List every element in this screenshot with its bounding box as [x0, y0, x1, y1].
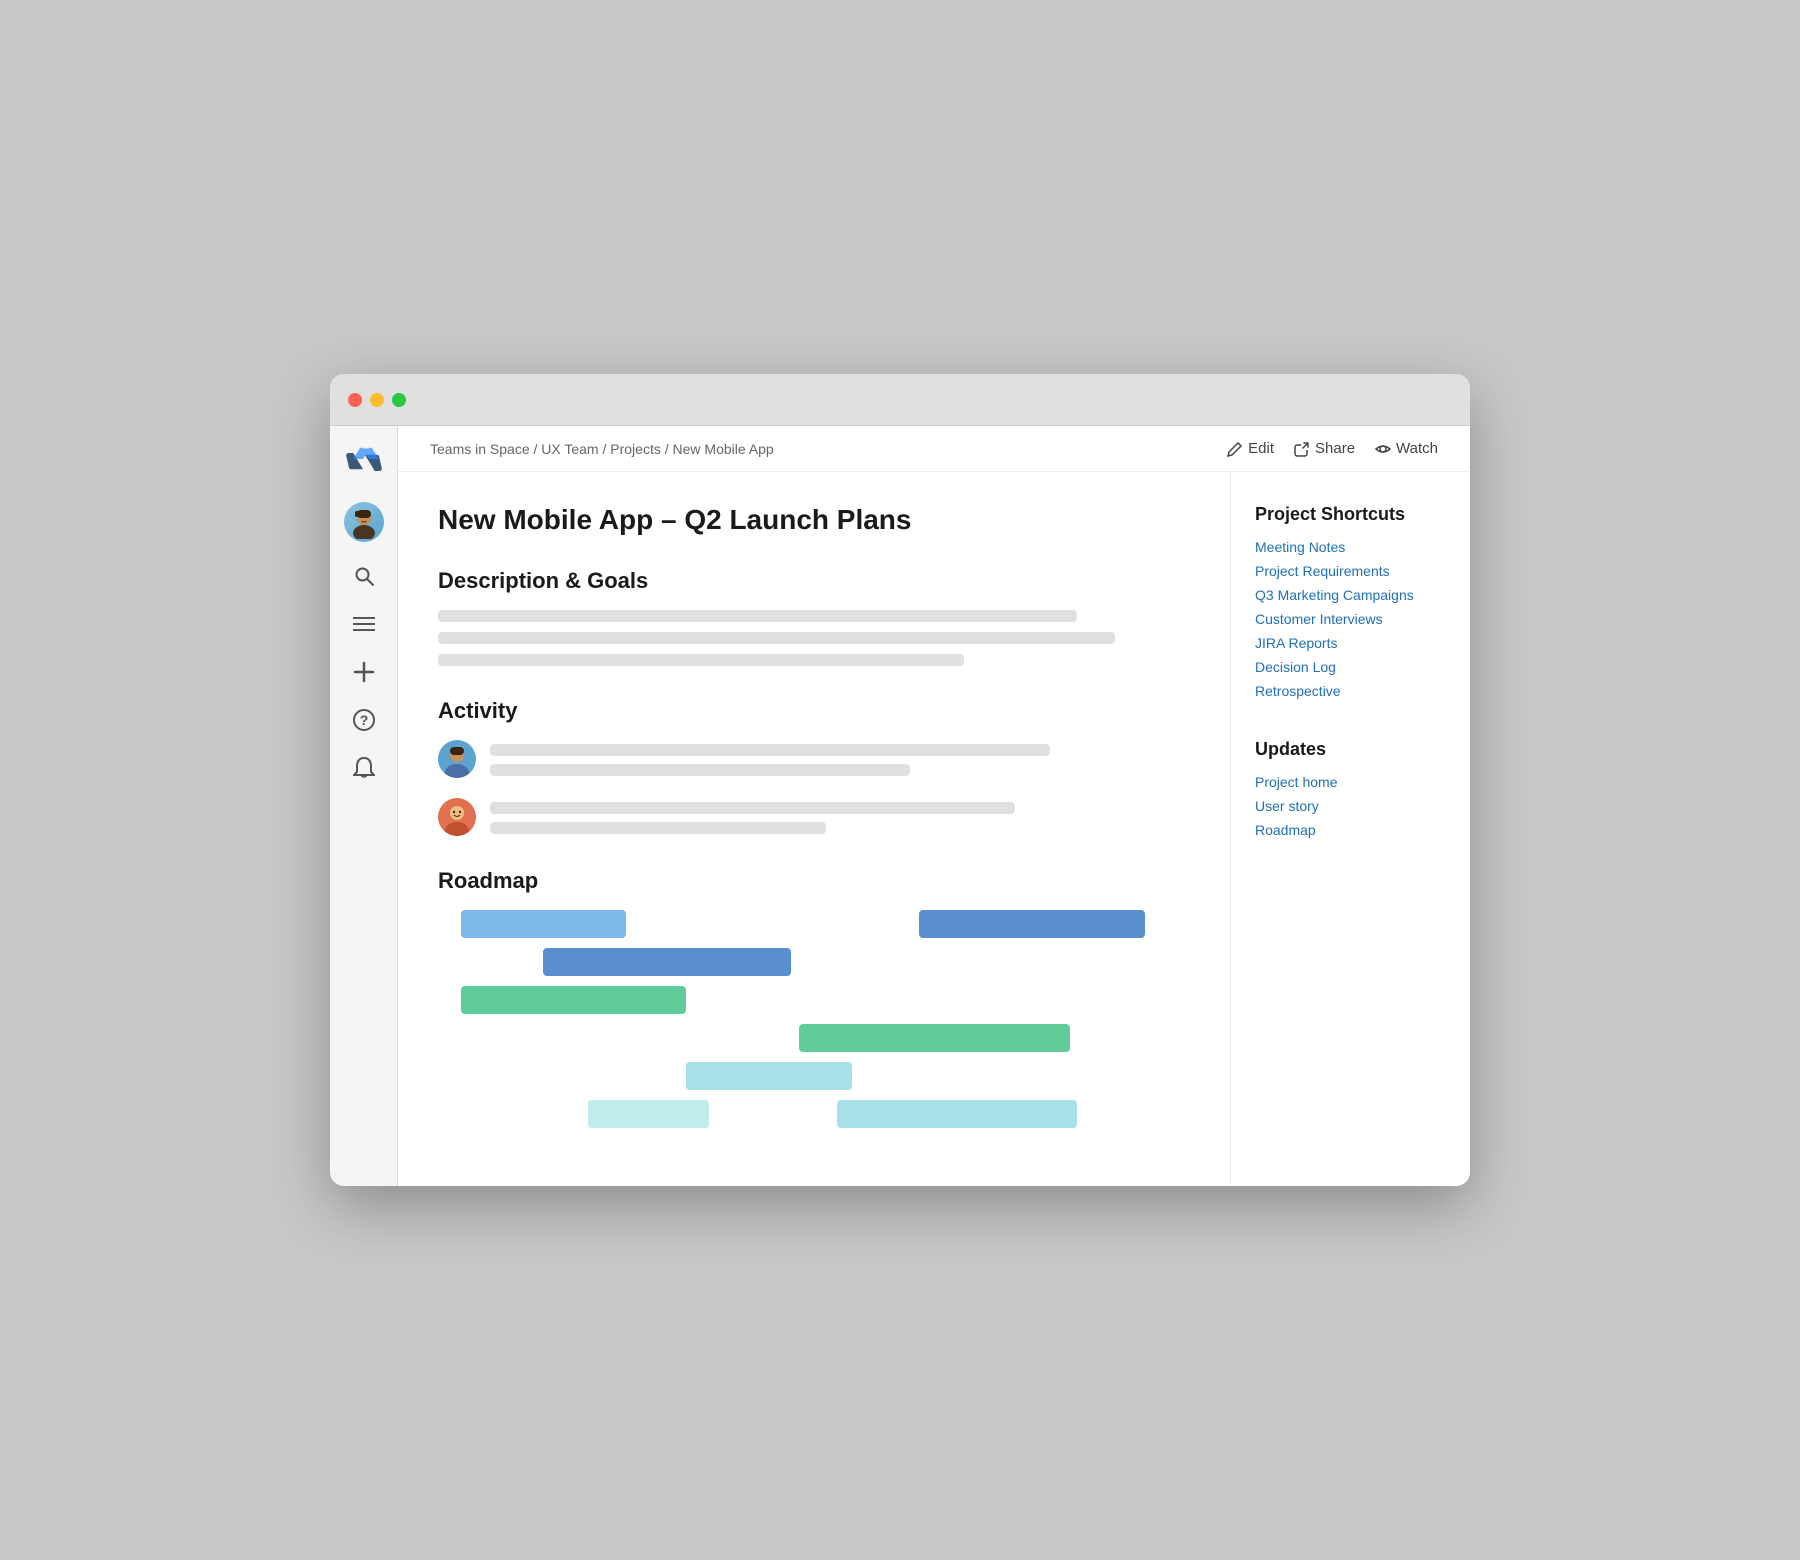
- roadmap-bar: [837, 1100, 1078, 1128]
- svg-text:?: ?: [359, 712, 368, 728]
- topbar: Teams in Space / UX Team / Projects / Ne…: [398, 426, 1470, 472]
- roadmap-row: [438, 986, 1190, 1014]
- app-window: ? Teams in Space / UX Team / Projects / …: [330, 374, 1470, 1186]
- shortcut-jira-reports[interactable]: JIRA Reports: [1255, 635, 1446, 651]
- user-avatar[interactable]: [344, 502, 384, 542]
- description-text: [438, 610, 1190, 666]
- roadmap-section: Roadmap: [438, 868, 1190, 1128]
- roadmap-row: [438, 948, 1190, 976]
- edit-label: Edit: [1248, 440, 1274, 457]
- text-line: [438, 610, 1077, 622]
- watch-label: Watch: [1396, 440, 1438, 457]
- shortcut-meeting-notes[interactable]: Meeting Notes: [1255, 539, 1446, 555]
- shortcut-decision-log[interactable]: Decision Log: [1255, 659, 1446, 675]
- watch-button[interactable]: Watch: [1375, 440, 1438, 457]
- search-icon[interactable]: [350, 562, 378, 590]
- topbar-actions: Edit Share Watch: [1227, 440, 1438, 457]
- activity-lines: [490, 740, 1190, 776]
- traffic-lights: [348, 393, 406, 407]
- shortcut-customer-interviews[interactable]: Customer Interviews: [1255, 611, 1446, 627]
- roadmap-grid: [438, 910, 1190, 1128]
- roadmap-row: [438, 1100, 1190, 1128]
- page-title: New Mobile App – Q2 Launch Plans: [438, 504, 1190, 536]
- share-button[interactable]: Share: [1294, 440, 1355, 457]
- roadmap-bar: [543, 948, 791, 976]
- update-user-story[interactable]: User story: [1255, 798, 1446, 814]
- text-line: [490, 822, 826, 834]
- close-button[interactable]: [348, 393, 362, 407]
- activity-avatar-1: [438, 740, 476, 778]
- menu-icon[interactable]: [350, 610, 378, 638]
- shortcut-retrospective[interactable]: Retrospective: [1255, 683, 1446, 699]
- main-article: New Mobile App – Q2 Launch Plans Descrip…: [398, 472, 1230, 1186]
- updates-heading: Updates: [1255, 739, 1446, 760]
- share-label: Share: [1315, 440, 1355, 457]
- description-heading: Description & Goals: [438, 568, 1190, 594]
- text-line: [490, 744, 1050, 756]
- roadmap-bar: [799, 1024, 1070, 1052]
- roadmap-bar: [588, 1100, 708, 1128]
- titlebar: [330, 374, 1470, 426]
- maximize-button[interactable]: [392, 393, 406, 407]
- text-line: [438, 632, 1115, 644]
- content-area: New Mobile App – Q2 Launch Plans Descrip…: [398, 472, 1470, 1186]
- confluence-logo[interactable]: [344, 442, 384, 482]
- activity-lines: [490, 798, 1190, 834]
- activity-item: [438, 798, 1190, 836]
- main-content: Teams in Space / UX Team / Projects / Ne…: [398, 426, 1470, 1186]
- app-body: ? Teams in Space / UX Team / Projects / …: [330, 426, 1470, 1186]
- updates-section: Updates Project home User story Roadmap: [1255, 739, 1446, 838]
- left-sidebar: ?: [330, 426, 398, 1186]
- activity-item: [438, 740, 1190, 778]
- minimize-button[interactable]: [370, 393, 384, 407]
- roadmap-row: [438, 1062, 1190, 1090]
- help-icon[interactable]: ?: [350, 706, 378, 734]
- roadmap-heading: Roadmap: [438, 868, 1190, 894]
- roadmap-row: [438, 910, 1190, 938]
- shortcut-q3-marketing[interactable]: Q3 Marketing Campaigns: [1255, 587, 1446, 603]
- edit-button[interactable]: Edit: [1227, 440, 1274, 457]
- right-sidebar: Project Shortcuts Meeting Notes Project …: [1230, 472, 1470, 1186]
- update-project-home[interactable]: Project home: [1255, 774, 1446, 790]
- text-line: [490, 802, 1015, 814]
- activity-section: Activity: [438, 698, 1190, 836]
- activity-avatar-2: [438, 798, 476, 836]
- shortcuts-heading: Project Shortcuts: [1255, 504, 1446, 525]
- notification-icon[interactable]: [350, 754, 378, 782]
- roadmap-bar: [919, 910, 1145, 938]
- activity-heading: Activity: [438, 698, 1190, 724]
- roadmap-row: [438, 1024, 1190, 1052]
- shortcut-project-requirements[interactable]: Project Requirements: [1255, 563, 1446, 579]
- update-roadmap[interactable]: Roadmap: [1255, 822, 1446, 838]
- roadmap-bar: [461, 910, 626, 938]
- text-line: [438, 654, 964, 666]
- roadmap-bar: [686, 1062, 851, 1090]
- text-line: [490, 764, 910, 776]
- breadcrumb: Teams in Space / UX Team / Projects / Ne…: [430, 441, 774, 457]
- create-button[interactable]: [350, 658, 378, 686]
- roadmap-bar: [461, 986, 687, 1014]
